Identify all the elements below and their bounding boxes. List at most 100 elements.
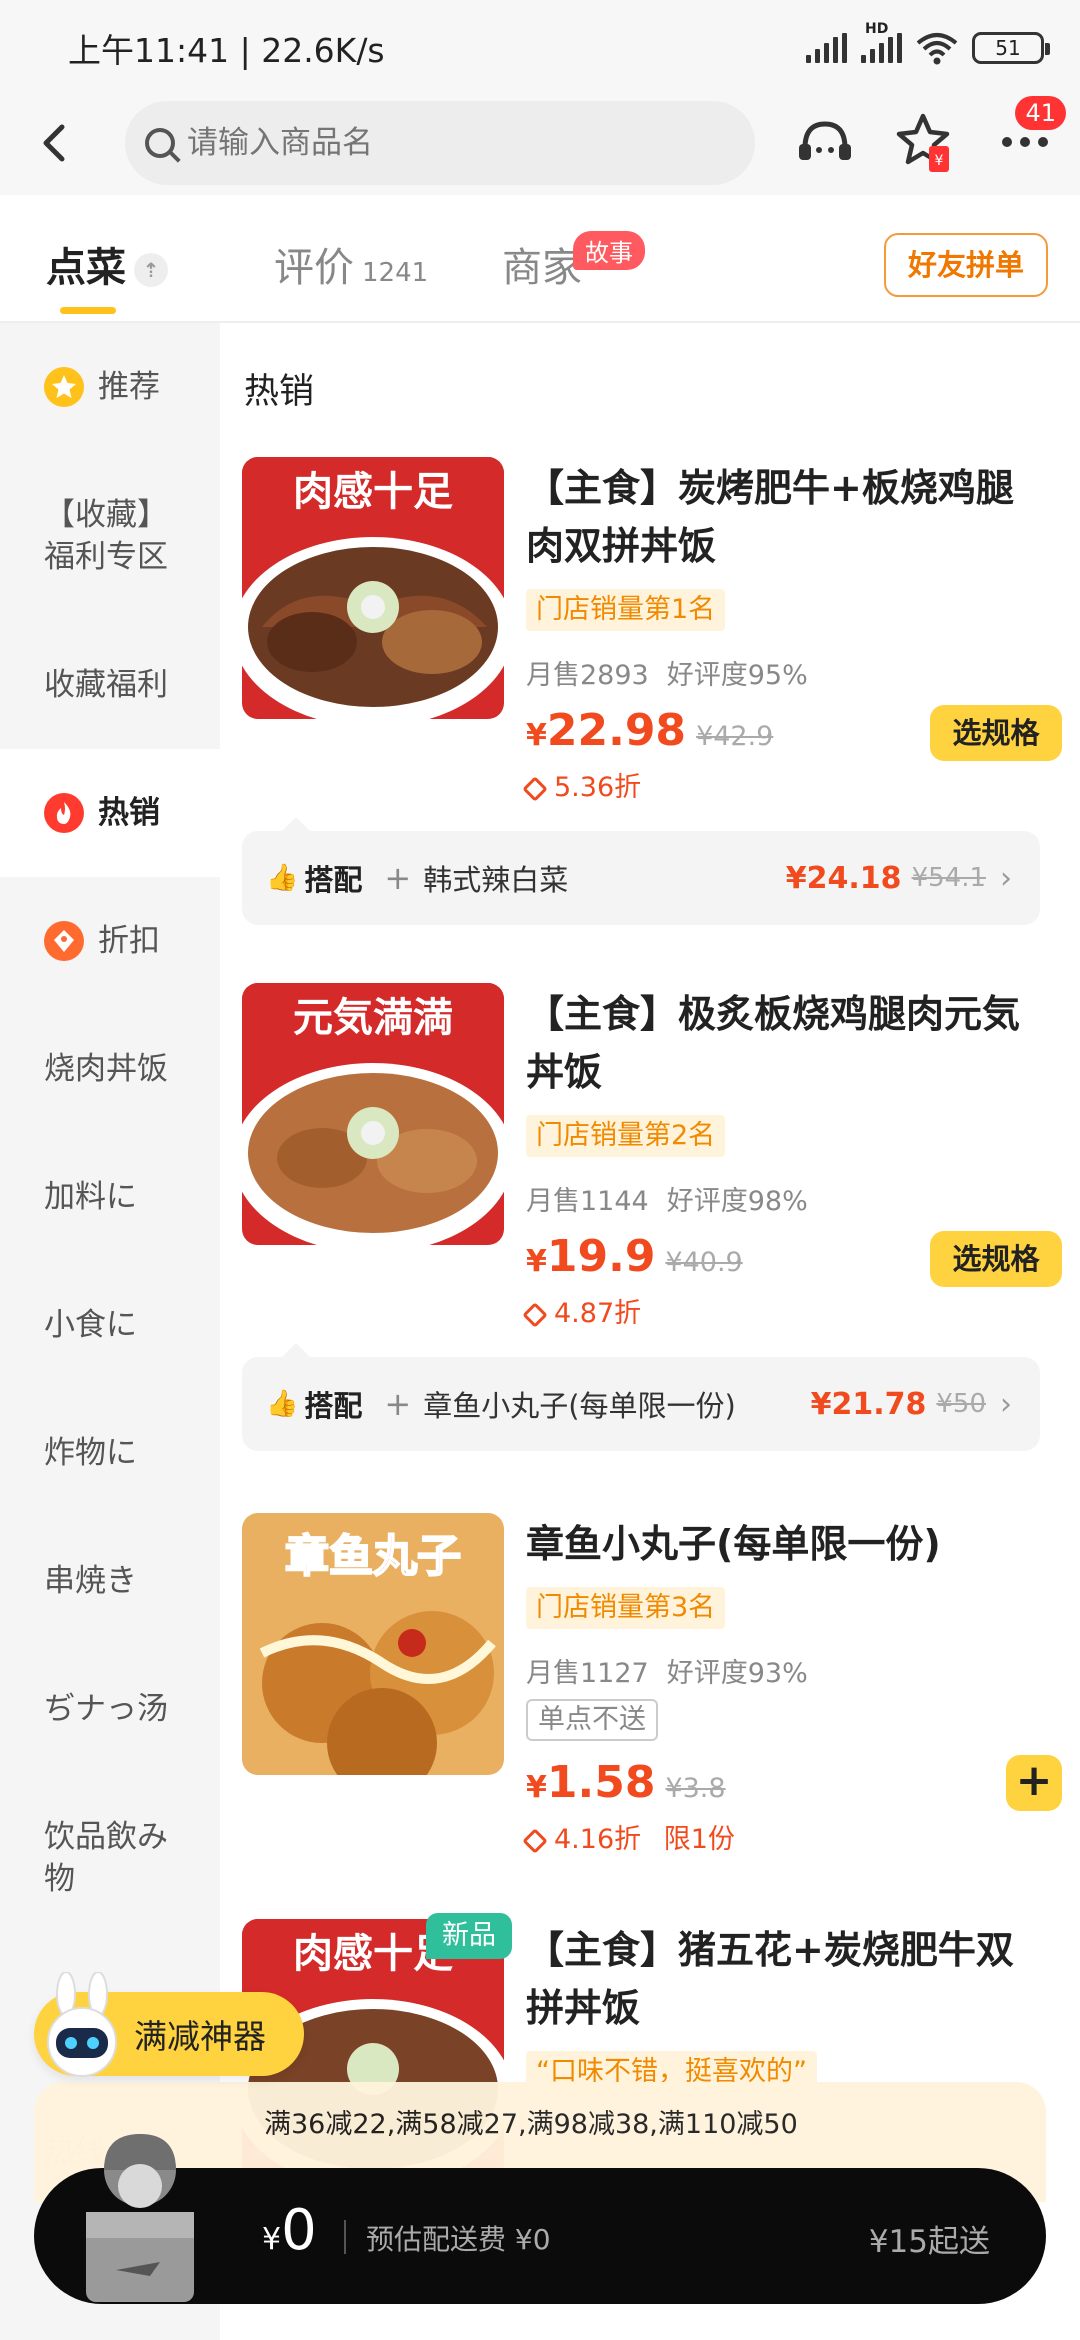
product-name[interactable]: 【主食】极炙板烧鸡腿肉元気丼饭 xyxy=(526,985,1046,1101)
discount-tag-icon xyxy=(522,775,548,802)
sidebar-item-favorites-benefit[interactable]: 收藏福利 xyxy=(0,621,220,749)
product-image-caption: 章鱼丸子 xyxy=(285,1531,461,1582)
minimum-order: ¥15起送 xyxy=(868,2224,990,2260)
search-bar[interactable] xyxy=(125,101,755,185)
product-stats: 月售1144 好评度98% xyxy=(526,1179,808,1218)
tab-bar: 点菜 ⇡ 评价 1241 商家 故事 好友拼单 xyxy=(0,195,1080,323)
discount-label: 4.16折 限1份 xyxy=(522,1817,735,1856)
delivery-fee: 预估配送费 ¥0 xyxy=(366,2223,551,2256)
svg-text:¥: ¥ xyxy=(935,153,944,169)
product-list: 热销 肉感十足 【主食】炭烤肥牛+板烧鸡腿肉双拼丼饭 门店销量第1名 月售289… xyxy=(220,323,1080,2340)
add-to-cart-button[interactable]: + xyxy=(1006,1755,1062,1811)
wifi-icon xyxy=(916,33,958,65)
sidebar-item-discount[interactable]: 折扣 xyxy=(0,877,220,1005)
tab-order[interactable]: 点菜 ⇡ xyxy=(46,235,168,293)
product-card[interactable]: 章鱼丸子 章鱼小丸子(每单限一份) 门店销量第3名 月售1127 好评度93% 单… xyxy=(242,1513,1062,1855)
product-stats: 月售1127 好评度93% xyxy=(526,1651,808,1690)
product-price: ¥19.9 ¥40.9 xyxy=(526,1231,743,1282)
battery-icon: 51 xyxy=(972,32,1050,64)
new-product-badge: 新品 xyxy=(426,1913,512,1959)
discount-label: 5.36折 xyxy=(522,765,641,804)
search-icon xyxy=(145,128,175,158)
reviews-count: 1241 xyxy=(362,258,429,288)
hd-signal-icon: HD xyxy=(861,21,902,63)
thumbs-up-icon: 👍 xyxy=(266,863,299,893)
favorite-star-icon[interactable]: ¥ xyxy=(890,107,960,177)
tab-merchant[interactable]: 商家 xyxy=(502,235,582,293)
sidebar-item-soup[interactable]: ぢナっ汤 xyxy=(0,1645,220,1773)
thumbs-up-icon: 👍 xyxy=(266,1389,299,1419)
sidebar-item-recommend[interactable]: 推荐 xyxy=(0,323,220,451)
tab-reviews[interactable]: 评价 1241 xyxy=(274,235,428,293)
product-card[interactable]: 元気満満 【主食】极炙板烧鸡腿肉元気丼饭 门店销量第2名 月售1144 好评度98… xyxy=(242,983,1062,1329)
combo-price: ¥24.18 xyxy=(785,860,902,896)
sidebar-item-drinks[interactable]: 饮品飲み物 xyxy=(0,1773,220,1943)
sidebar-item-snacks[interactable]: 小食に xyxy=(0,1261,220,1389)
back-arrow-icon[interactable] xyxy=(24,115,84,175)
story-badge: 故事 xyxy=(573,231,645,270)
notification-badge: 41 xyxy=(1015,96,1066,130)
discount-tag-icon xyxy=(44,921,84,961)
plus-icon: + xyxy=(384,1385,412,1423)
product-card[interactable]: 肉感十足 【主食】炭烤肥牛+板烧鸡腿肉双拼丼饭 门店销量第1名 月售2893 好评… xyxy=(242,457,1062,803)
product-image[interactable]: 肉感十足 xyxy=(242,457,504,719)
original-price: ¥42.9 xyxy=(696,721,774,752)
product-image[interactable]: 元気満満 xyxy=(242,983,504,1245)
sidebar-item-toppings[interactable]: 加料に xyxy=(0,1133,220,1261)
product-price: ¥1.58 ¥3.8 xyxy=(526,1757,726,1808)
cell-signal-icon xyxy=(806,33,847,63)
cart-divider xyxy=(344,2220,346,2254)
courier-cart-icon[interactable] xyxy=(50,2120,230,2320)
monthly-sales: 月售1127 xyxy=(526,1658,649,1689)
active-tab-indicator xyxy=(60,307,116,314)
combo-suggestion[interactable]: 👍 搭配 + 章鱼小丸子(每单限一份) ¥21.78 ¥50 › xyxy=(242,1343,1040,1451)
sidebar-item-hot[interactable]: 热销 xyxy=(0,749,220,877)
product-stats: 月售2893 好评度95% xyxy=(526,653,808,692)
status-bar: 上午11:41 | 22.6K/s HD 51 xyxy=(0,0,1080,95)
pin-top-icon[interactable]: ⇡ xyxy=(134,253,168,287)
combo-item-name: 韩式辣白菜 xyxy=(423,863,569,897)
sidebar-item-fried[interactable]: 炸物に xyxy=(0,1389,220,1517)
monthly-sales: 月售2893 xyxy=(526,660,649,691)
discount-tag-icon xyxy=(522,1301,548,1328)
product-name[interactable]: 【主食】炭烤肥牛+板烧鸡腿肉双拼丼饭 xyxy=(526,459,1046,575)
customer-service-icon[interactable] xyxy=(790,107,860,177)
robot-mascot-icon xyxy=(38,1971,126,2082)
search-input[interactable] xyxy=(187,125,707,161)
sales-rank-badge: 门店销量第2名 xyxy=(526,1115,726,1157)
product-image-caption: 元気満満 xyxy=(293,995,453,1041)
choose-spec-button[interactable]: 选规格 xyxy=(930,1231,1062,1287)
discount-tag-icon xyxy=(522,1827,548,1854)
product-name[interactable]: 【主食】猪五花+炭烧肥牛双拼丼饭 xyxy=(526,1921,1046,2037)
sidebar-item-yakiniku[interactable]: 烧肉丼饭 xyxy=(0,1005,220,1133)
discount-label: 4.87折 xyxy=(522,1291,641,1330)
sidebar-item-favorites-zone[interactable]: 【收藏】福利专区 xyxy=(0,451,200,621)
combo-price: ¥21.78 xyxy=(810,1386,927,1422)
original-price: ¥3.8 xyxy=(665,1773,726,1804)
limit-label: 限1份 xyxy=(663,1824,735,1855)
sidebar-item-skewers[interactable]: 串焼き xyxy=(0,1517,220,1645)
combo-suggestion[interactable]: 👍 搭配 + 韩式辣白菜 ¥24.18 ¥54.1 › xyxy=(242,817,1040,925)
rating: 好评度95% xyxy=(666,660,808,691)
combo-original-price: ¥50 xyxy=(936,1389,986,1419)
product-image[interactable]: 章鱼丸子 xyxy=(242,1513,504,1775)
choose-spec-button[interactable]: 选规格 xyxy=(930,705,1062,761)
cart-total: ¥0 xyxy=(262,2198,317,2263)
status-time: 上午11:41 | 22.6K/s xyxy=(68,31,385,70)
product-image-caption: 肉感十足 xyxy=(293,469,453,515)
combo-item-name: 章鱼小丸子(每单限一份) xyxy=(423,1389,736,1423)
sales-rank-badge: 门店销量第1名 xyxy=(526,589,726,631)
original-price: ¥40.9 xyxy=(665,1247,743,1278)
header: ¥ xyxy=(0,95,1080,195)
promotion-text: 满36减22,满58减27,满98减38,满110减50 xyxy=(264,2109,798,2140)
chevron-right-icon: › xyxy=(1000,1386,1012,1422)
combo-original-price: ¥54.1 xyxy=(911,863,986,893)
monthly-sales: 月售1144 xyxy=(526,1186,649,1217)
group-order-button[interactable]: 好友拼单 xyxy=(884,233,1048,297)
rating: 好评度93% xyxy=(666,1658,808,1689)
rating: 好评度98% xyxy=(666,1186,808,1217)
no-single-delivery-tag: 单点不送 xyxy=(526,1699,658,1741)
product-name[interactable]: 章鱼小丸子(每单限一份) xyxy=(526,1515,1046,1573)
flame-icon xyxy=(44,793,84,833)
chevron-right-icon: › xyxy=(1000,860,1012,896)
